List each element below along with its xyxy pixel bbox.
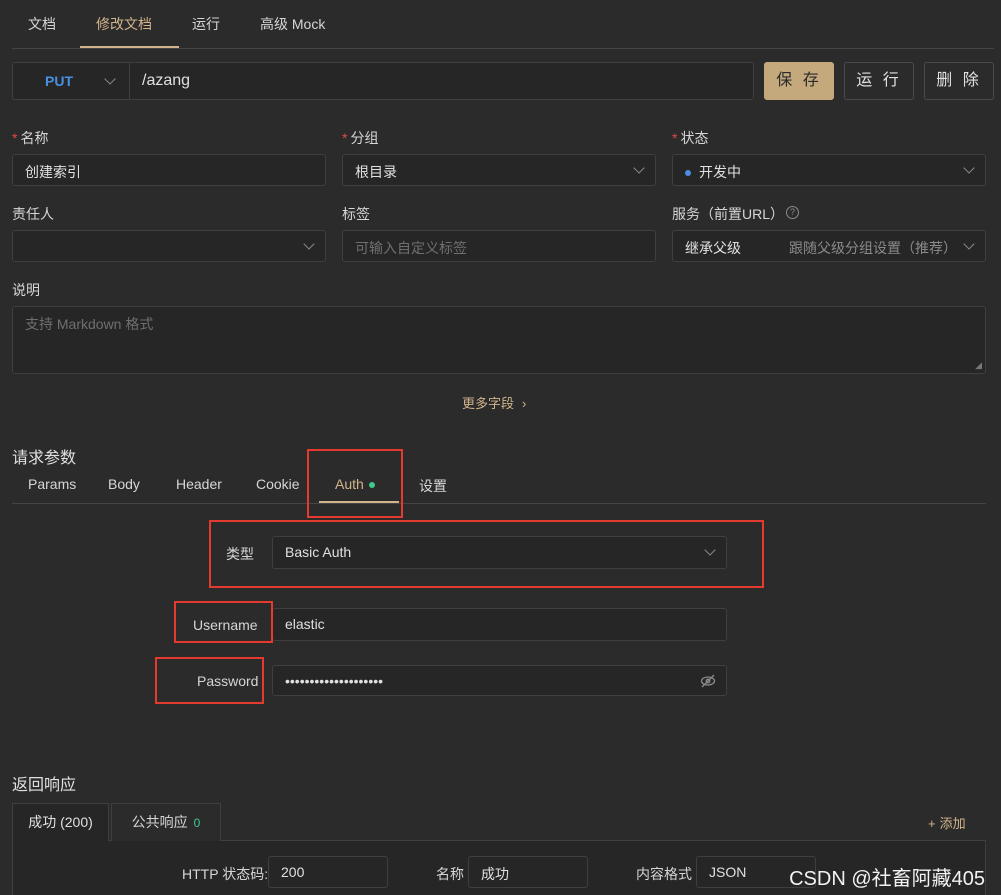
- highlight-auth-type: [209, 520, 764, 588]
- username-value: elastic: [285, 616, 325, 632]
- response-title: 返回响应: [12, 777, 77, 794]
- tab-advanced-mock[interactable]: 高级 Mock: [260, 14, 325, 34]
- chevron-down-icon: [963, 162, 975, 174]
- highlight-username: [174, 601, 273, 643]
- response-name-value: 成功: [481, 866, 509, 882]
- description-label: 说明: [12, 282, 40, 298]
- top-tabs: 文档 修改文档 运行 高级 Mock: [12, 0, 994, 49]
- name-label: * 名称: [12, 130, 49, 146]
- chevron-down-icon: [303, 238, 315, 250]
- active-tab-indicator: [80, 46, 179, 48]
- tags-input[interactable]: 可输入自定义标签: [342, 230, 656, 262]
- run-button[interactable]: 运 行: [844, 62, 914, 100]
- more-fields-link[interactable]: 更多字段 ›: [462, 393, 526, 412]
- owner-label: 责任人: [12, 206, 54, 222]
- status-select[interactable]: 开发中: [672, 154, 986, 186]
- params-tabs-divider: [12, 503, 986, 504]
- tab-body[interactable]: Body: [108, 476, 140, 492]
- tab-docs[interactable]: 文档: [28, 14, 56, 34]
- status-code-value: 200: [281, 864, 305, 880]
- tab-cookie[interactable]: Cookie: [256, 476, 300, 492]
- tab-settings[interactable]: 设置: [419, 476, 447, 496]
- chevron-down-icon: [963, 238, 975, 250]
- request-params-title: 请求参数: [12, 450, 77, 467]
- owner-select[interactable]: [12, 230, 326, 262]
- content-format-label: 内容格式: [636, 866, 692, 882]
- name-field[interactable]: 创建索引: [12, 154, 326, 186]
- tab-params[interactable]: Params: [28, 476, 76, 492]
- tab-edit-doc[interactable]: 修改文档: [96, 14, 152, 34]
- service-select[interactable]: 继承父级 跟随父级分组设置（推荐）: [672, 230, 986, 262]
- eye-slash-icon[interactable]: [700, 673, 716, 689]
- status-label: * 状态: [672, 130, 709, 146]
- add-response-button[interactable]: + 添加: [928, 813, 966, 832]
- chevron-down-icon: [633, 162, 645, 174]
- url-input[interactable]: /azang: [142, 72, 190, 90]
- content-format-value: JSON: [709, 864, 747, 880]
- service-value: 继承父级: [685, 240, 741, 256]
- description-placeholder: 支持 Markdown 格式: [25, 316, 154, 332]
- highlight-auth-tab: [307, 449, 403, 518]
- service-hint: 跟随父级分组设置（推荐）: [789, 240, 957, 256]
- save-button[interactable]: 保 存: [764, 62, 834, 100]
- tab-header[interactable]: Header: [176, 476, 222, 492]
- group-select[interactable]: 根目录: [342, 154, 656, 186]
- status-value: 开发中: [685, 162, 741, 182]
- status-code-label: HTTP 状态码:: [182, 866, 269, 882]
- plus-icon: +: [928, 816, 936, 831]
- group-label: * 分组: [342, 130, 379, 146]
- username-input[interactable]: elastic: [272, 608, 727, 641]
- response-name-label: 名称: [436, 866, 464, 882]
- name-value: 创建索引: [25, 164, 81, 180]
- tags-label: 标签: [342, 206, 370, 222]
- url-bar: PUT /azang: [12, 62, 754, 100]
- service-label: 服务（前置URL）: [672, 206, 785, 222]
- question-circle-icon[interactable]: ?: [786, 206, 799, 219]
- common-response-badge: 0: [193, 816, 201, 830]
- chevron-right-icon: ›: [522, 396, 527, 411]
- method-select[interactable]: PUT: [13, 63, 130, 99]
- tab-common-response[interactable]: 公共响应 0: [111, 803, 221, 841]
- password-input[interactable]: ••••••••••••••••••••: [272, 665, 727, 696]
- tags-placeholder: 可输入自定义标签: [355, 240, 467, 256]
- highlight-password: [155, 657, 264, 704]
- tab-success-200[interactable]: 成功 (200): [12, 803, 109, 841]
- resize-handle-icon[interactable]: ◢: [975, 360, 982, 371]
- method-label: PUT: [45, 73, 73, 89]
- status-code-input[interactable]: 200: [268, 856, 388, 888]
- response-name-input[interactable]: 成功: [468, 856, 588, 888]
- description-textarea[interactable]: 支持 Markdown 格式 ◢: [12, 306, 986, 374]
- delete-button[interactable]: 删 除: [924, 62, 994, 100]
- chevron-down-icon: [104, 73, 116, 85]
- group-value: 根目录: [355, 164, 397, 180]
- tab-run[interactable]: 运行: [192, 14, 220, 34]
- password-mask: ••••••••••••••••••••: [285, 673, 384, 689]
- status-dot: [685, 170, 691, 177]
- watermark: CSDN @社畜阿藏405: [789, 868, 985, 890]
